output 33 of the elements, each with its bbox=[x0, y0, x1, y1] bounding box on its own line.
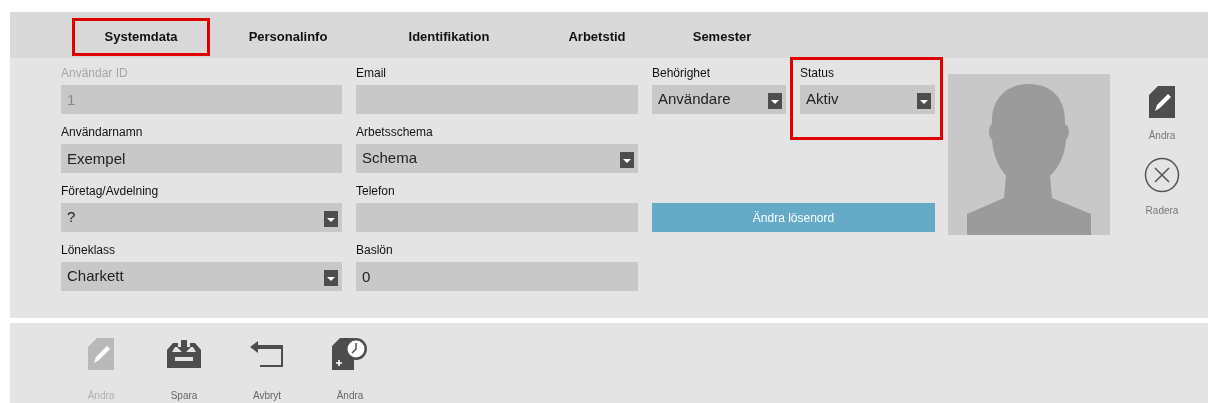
field-label: Företag/Avdelning bbox=[61, 184, 160, 200]
pencil-icon bbox=[88, 335, 114, 373]
dropdown[interactable]: Användare bbox=[652, 85, 786, 114]
field-label: Email bbox=[356, 66, 387, 82]
tab[interactable]: Personalinfo bbox=[210, 18, 366, 56]
clock-document-icon bbox=[332, 335, 368, 373]
action-button[interactable]: Ändra bbox=[1148, 86, 1176, 143]
field-label: Behörighet bbox=[652, 66, 712, 82]
toolbar-button[interactable]: Spara bbox=[161, 335, 207, 403]
close-icon bbox=[1144, 157, 1180, 193]
toolbar-button[interactable]: Ändra bbox=[327, 335, 373, 403]
input-field[interactable] bbox=[356, 203, 638, 232]
dropdown[interactable]: ? bbox=[61, 203, 342, 232]
tab[interactable]: Identifikation bbox=[366, 18, 532, 56]
input-field[interactable]: Exempel bbox=[61, 144, 342, 173]
tab[interactable]: Arbetstid bbox=[532, 18, 662, 56]
field-label: Användarnamn bbox=[61, 125, 144, 141]
field-label: Löneklass bbox=[61, 243, 117, 259]
dropdown[interactable]: Aktiv bbox=[800, 85, 935, 114]
tab[interactable]: Systemdata bbox=[72, 18, 210, 56]
pencil-icon bbox=[1149, 86, 1175, 118]
dropdown[interactable]: Schema bbox=[356, 144, 638, 173]
field-label: Status bbox=[800, 66, 836, 82]
toolbar-button[interactable]: Avbryt bbox=[244, 335, 290, 403]
input-field[interactable]: 0 bbox=[356, 262, 638, 291]
field-label: Arbetsschema bbox=[356, 125, 434, 141]
action-button[interactable]: Radera bbox=[1144, 157, 1180, 218]
dropdown[interactable]: Charkett bbox=[61, 262, 342, 291]
tab[interactable]: Semester bbox=[662, 18, 782, 56]
field-label: Användar ID bbox=[61, 66, 129, 82]
input-field[interactable] bbox=[356, 85, 638, 114]
field-label: Telefon bbox=[356, 184, 396, 200]
field-label: Baslön bbox=[356, 243, 394, 259]
